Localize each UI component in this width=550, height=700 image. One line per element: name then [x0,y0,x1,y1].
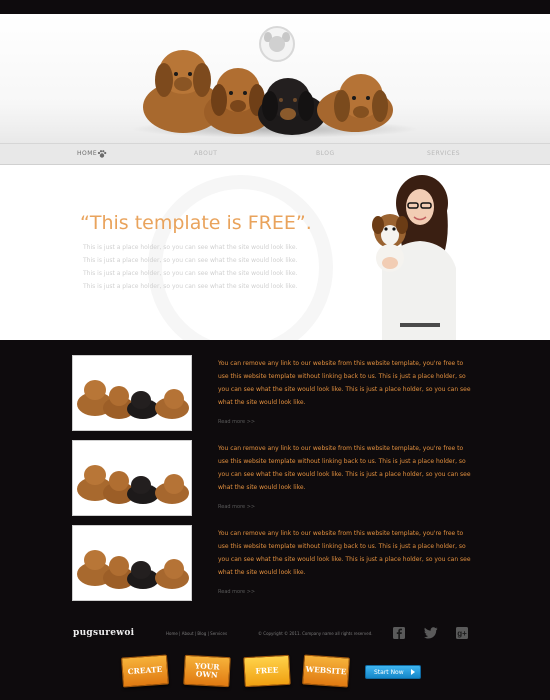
article-row: You can remove any link to our website f… [0,440,550,520]
promo-your-own-badge[interactable]: YOUR OWN [183,654,231,688]
woman-with-puppy-image [372,175,456,340]
promo-create-badge[interactable]: CREATE [121,654,169,688]
footer-logo[interactable]: pugsurewoi [73,628,134,638]
puppy-3 [258,78,326,135]
footer-link-home[interactable]: Home [166,631,178,636]
nav-home[interactable]: HOME [77,150,97,157]
puppies-image [143,50,393,135]
article-text: You can remove any link to our website f… [218,530,471,576]
header-hero [0,14,550,143]
puppies-thumbnail [77,550,189,589]
banner-text: This is just a place holder, so you can … [83,244,298,290]
start-now-label: Start Now [374,668,404,676]
svg-text:g+: g+ [457,629,467,638]
article-thumbnail[interactable] [72,440,192,516]
paw-icon [97,150,107,158]
banner: “This template is FREE”. This is just a … [0,165,550,340]
footer-link-blog[interactable]: Blog [197,631,206,636]
nav-services[interactable]: SERVICES [427,150,460,157]
article-thumbnail[interactable] [72,355,192,431]
twitter-icon[interactable] [424,627,438,639]
read-more-link[interactable]: Read more >> [218,589,255,595]
nav-about[interactable]: ABOUT [194,150,217,157]
start-now-button[interactable]: Start Now [365,665,421,679]
footer-link-about[interactable]: About [182,631,194,636]
article-thumbnail[interactable] [72,525,192,601]
read-more-link[interactable]: Read more >> [218,504,255,510]
nav-blog[interactable]: BLOG [316,150,335,157]
top-bar [0,0,550,14]
article-row: You can remove any link to our website f… [0,355,550,435]
article-row: You can remove any link to our website f… [0,525,550,605]
promo-website-badge[interactable]: WEBSITE [302,654,350,688]
puppy-2 [204,68,272,134]
footer-links: Home | About | Blog | Services [166,631,228,636]
read-more-link[interactable]: Read more >> [218,419,255,425]
footer: pugsurewoi Home | About | Blog | Service… [0,620,550,700]
arrow-right-icon [411,669,415,675]
promo-free-badge[interactable]: FREE [243,654,291,688]
copyright-text: © Copyright © 2011. Company name all rig… [258,631,373,636]
page: HOME ABOUT BLOG SERVICES “This template … [0,0,550,700]
article-text: You can remove any link to our website f… [218,445,471,491]
content-section: You can remove any link to our website f… [0,340,550,620]
facebook-icon[interactable] [393,627,405,639]
puppies-thumbnail [77,465,189,504]
article-text: You can remove any link to our website f… [218,360,471,406]
main-nav: HOME ABOUT BLOG SERVICES [0,143,550,165]
banner-title: “This template is FREE”. [80,212,312,234]
puppy-4 [317,74,393,132]
puppies-thumbnail [77,380,189,419]
google-plus-icon[interactable]: g+ [456,627,468,639]
footer-link-services[interactable]: Services [210,631,227,636]
